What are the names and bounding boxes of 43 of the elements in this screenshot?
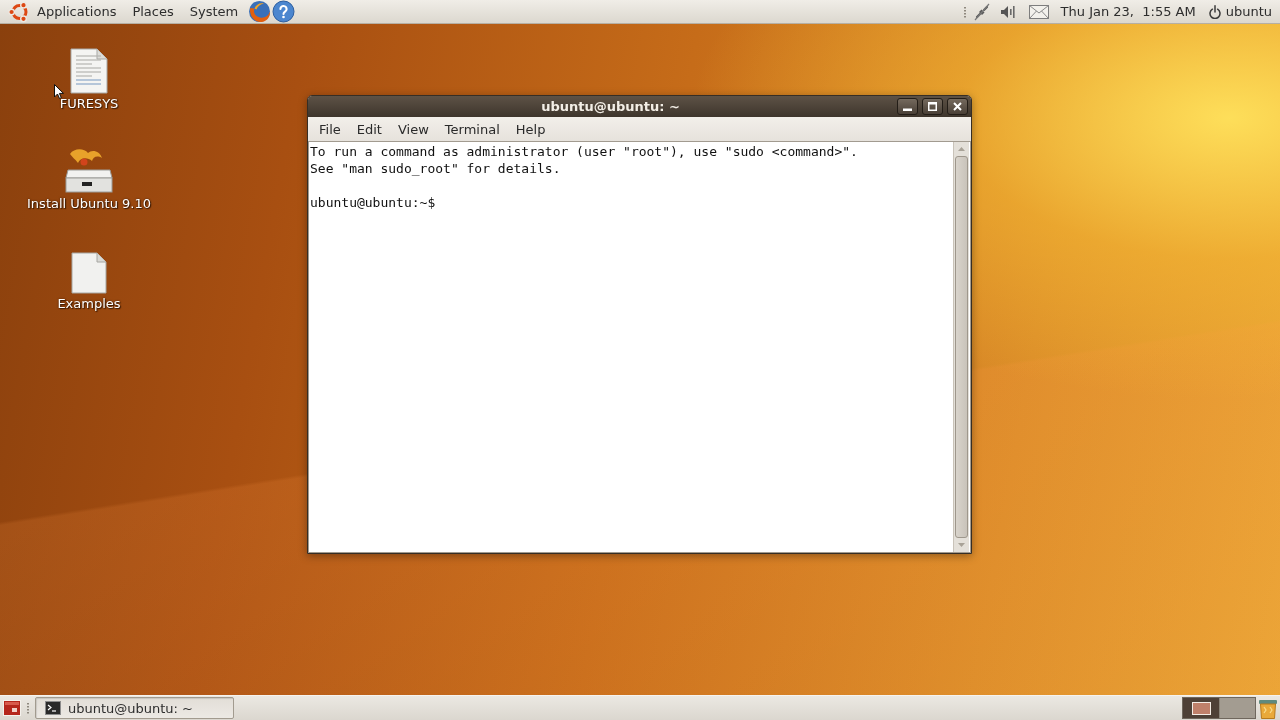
menu-item[interactable]: Terminal <box>436 118 508 140</box>
menu-item[interactable]: File <box>311 118 349 140</box>
drag-handle-icon <box>962 5 967 18</box>
minimize-button[interactable] <box>897 98 918 115</box>
desktop-icon-label[interactable]: FURESYS <box>59 97 119 111</box>
window-title: ubuntu@ubuntu: ~ <box>540 99 681 114</box>
panel-menu[interactable]: System <box>181 0 247 23</box>
trash-bin-icon[interactable] <box>1258 697 1278 719</box>
blank-document-icon[interactable] <box>71 252 107 294</box>
menu-item[interactable]: Help <box>507 118 554 140</box>
down-arrow-icon <box>958 543 965 547</box>
panel-menu[interactable]: Places <box>124 0 182 23</box>
close-icon <box>953 102 962 111</box>
panel-menu[interactable]: Applications <box>29 0 125 23</box>
drag-handle-icon <box>26 702 30 714</box>
scrollbar-thumb[interactable] <box>955 156 968 538</box>
desktop-icon-label[interactable]: Examples <box>57 297 121 311</box>
installer-drive-icon[interactable] <box>64 148 114 194</box>
maximize-button[interactable] <box>922 98 943 115</box>
workspace[interactable] <box>1183 698 1219 718</box>
power-icon <box>1208 4 1221 19</box>
browser-globe-icon[interactable] <box>248 0 272 23</box>
scrollbar[interactable] <box>953 142 969 552</box>
shell-prompt: ubuntu@ubuntu:~$ <box>310 194 436 211</box>
up-arrow-icon <box>958 147 965 151</box>
user-menu[interactable]: ubuntu <box>1208 0 1272 23</box>
close-button[interactable] <box>947 98 968 115</box>
terminal-area[interactable]: To run a command as administrator (user "root"), use "sudo <command>". See "man sudo_root" for details. ubuntu@ubuntu:~$ <box>308 141 971 553</box>
maximize-icon <box>928 102 937 111</box>
taskbar-window-button[interactable]: ubuntu@ubuntu: ~ <box>35 697 234 719</box>
mouse-pointer-icon <box>54 84 64 99</box>
menu-item[interactable]: Edit <box>348 118 390 140</box>
mail-envelope-icon[interactable] <box>1028 4 1049 19</box>
terminal-output-line: See "man sudo_root" for details. <box>310 160 561 177</box>
desktop-icon-label[interactable]: Install Ubuntu 9.10 <box>27 197 151 211</box>
menu-item[interactable]: View <box>389 118 437 140</box>
terminal-output-line: To run a command as administrator (user "root"), use "sudo <command>". <box>310 143 858 160</box>
ring-with-dots-logo-icon[interactable] <box>8 0 30 23</box>
help-icon[interactable] <box>272 0 296 23</box>
desktop-window-icon[interactable] <box>3 700 21 716</box>
text-document-icon[interactable] <box>70 48 108 94</box>
clock[interactable]: Thu Jan 23, 1:55 AM <box>1060 0 1196 23</box>
terminal-icon <box>45 701 61 715</box>
